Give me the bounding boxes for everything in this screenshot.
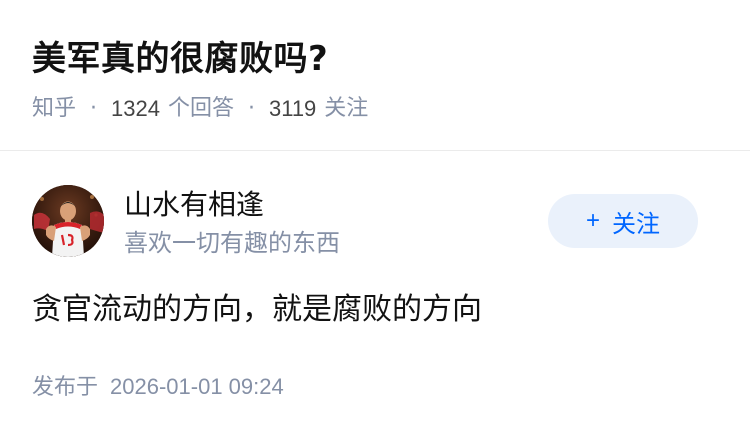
follow-button-label: 关注 [612,210,660,238]
meta-separator: · [90,96,98,121]
source-label[interactable]: 知乎 [32,94,76,124]
meta-separator: · [247,96,255,121]
avatar-basketball-player-icon [32,185,104,257]
answer-count: 1324 [111,96,160,121]
section-divider [0,150,750,151]
question-meta: 知乎 · 1324 个回答 · 3119 关注 [32,94,722,124]
follow-button[interactable]: + 关注 [548,194,698,248]
plus-icon: + [585,207,600,234]
author-name[interactable]: 山水有相逢 [124,187,264,223]
question-title[interactable]: 美军真的很腐败吗? [32,36,722,82]
answer-page: 美军真的很腐败吗? 知乎 · 1324 个回答 · 3119 关注 山水有相逢 … [0,0,750,438]
author-bio: 喜欢一切有趣的东西 [124,229,340,257]
publish-label: 发布于 [32,375,99,400]
question-header: 美军真的很腐败吗? 知乎 · 1324 个回答 · 3119 关注 [32,36,722,124]
publish-time: 2026-01-01 09:24 [110,374,284,399]
follower-count: 3119 [268,96,317,121]
publish-info: 发布于 2026-01-01 09:24 [32,372,284,403]
avatar[interactable] [32,185,104,257]
answer-count-label: 个回答 [167,96,234,121]
follower-count-label: 关注 [324,96,369,121]
author-card: 山水有相逢 喜欢一切有趣的东西 + 关注 [32,185,722,261]
answer-content: 贪官流动的方向，就是腐败的方向 [32,292,482,327]
